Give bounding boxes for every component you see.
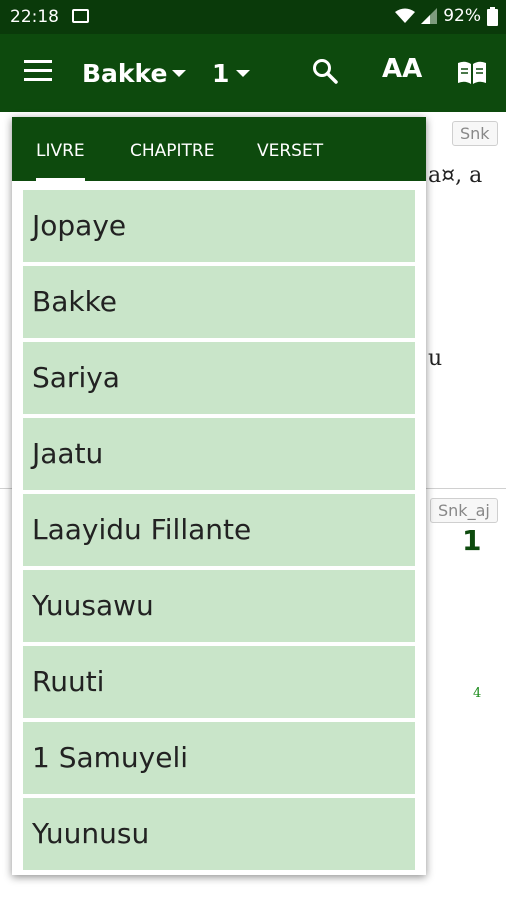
book-label: Bakke	[32, 285, 118, 318]
search-icon[interactable]	[312, 58, 338, 84]
book-open-icon[interactable]	[456, 60, 488, 86]
book-label: Yuunusu	[32, 817, 150, 850]
status-time: 22:18	[10, 7, 59, 27]
book-item-1-samuyeli[interactable]: 1 Samuyeli	[23, 722, 415, 794]
background-fragment-2: u	[428, 346, 443, 371]
book-item-jaatu[interactable]: Jaatu	[23, 418, 415, 490]
book-label: Jopaye	[32, 209, 127, 242]
tab-chapitre[interactable]: CHAPITRE	[130, 141, 215, 161]
battery-icon	[487, 6, 498, 26]
book-label: Sariya	[32, 361, 120, 394]
battery-percent: 92%	[443, 6, 481, 26]
book-item-bakke[interactable]: Bakke	[23, 266, 415, 338]
book-dropdown-icon[interactable]	[172, 70, 186, 77]
image-notification-icon	[72, 9, 89, 23]
status-bar: 22:18 92%	[0, 0, 506, 34]
menu-icon[interactable]	[24, 60, 52, 84]
tab-livre[interactable]: LIVRE	[36, 141, 85, 182]
book-item-ruuti[interactable]: Ruuti	[23, 646, 415, 718]
signal-icon	[421, 8, 438, 24]
tab-verset[interactable]: VERSET	[257, 141, 323, 161]
background-fragment-1: a¤, a	[428, 163, 483, 188]
text-size-icon[interactable]: AA	[382, 54, 422, 84]
translation-chip-top[interactable]: Snk	[452, 121, 498, 146]
translation-chip-bottom[interactable]: Snk_aj	[430, 498, 498, 523]
book-list: Jopaye Bakke Sariya Jaatu Laayidu Fillan…	[23, 190, 415, 874]
book-item-yuusawu[interactable]: Yuusawu	[23, 570, 415, 642]
verse-number: 1	[462, 524, 482, 557]
book-selector[interactable]: Bakke	[82, 59, 167, 88]
wifi-icon	[395, 8, 416, 23]
verse-reference: 4	[473, 686, 482, 701]
status-icons: 92%	[395, 6, 498, 26]
chapter-dropdown-icon[interactable]	[236, 70, 250, 77]
book-label: Laayidu Fillante	[32, 513, 252, 546]
book-label: Jaatu	[32, 437, 104, 470]
book-item-laayidu-fillante[interactable]: Laayidu Fillante	[23, 494, 415, 566]
book-picker-popup: LIVRE CHAPITRE VERSET Jopaye Bakke Sariy…	[12, 117, 426, 875]
chapter-selector[interactable]: 1	[212, 59, 229, 88]
book-label: Yuusawu	[32, 589, 154, 622]
book-label: 1 Samuyeli	[32, 741, 189, 774]
book-label: Ruuti	[32, 665, 105, 698]
book-item-jopaye[interactable]: Jopaye	[23, 190, 415, 262]
book-item-yuunusu[interactable]: Yuunusu	[23, 798, 415, 870]
app-bar: Bakke 1 AA	[0, 34, 506, 112]
picker-tabs: LIVRE CHAPITRE VERSET	[12, 117, 426, 182]
book-item-sariya[interactable]: Sariya	[23, 342, 415, 414]
